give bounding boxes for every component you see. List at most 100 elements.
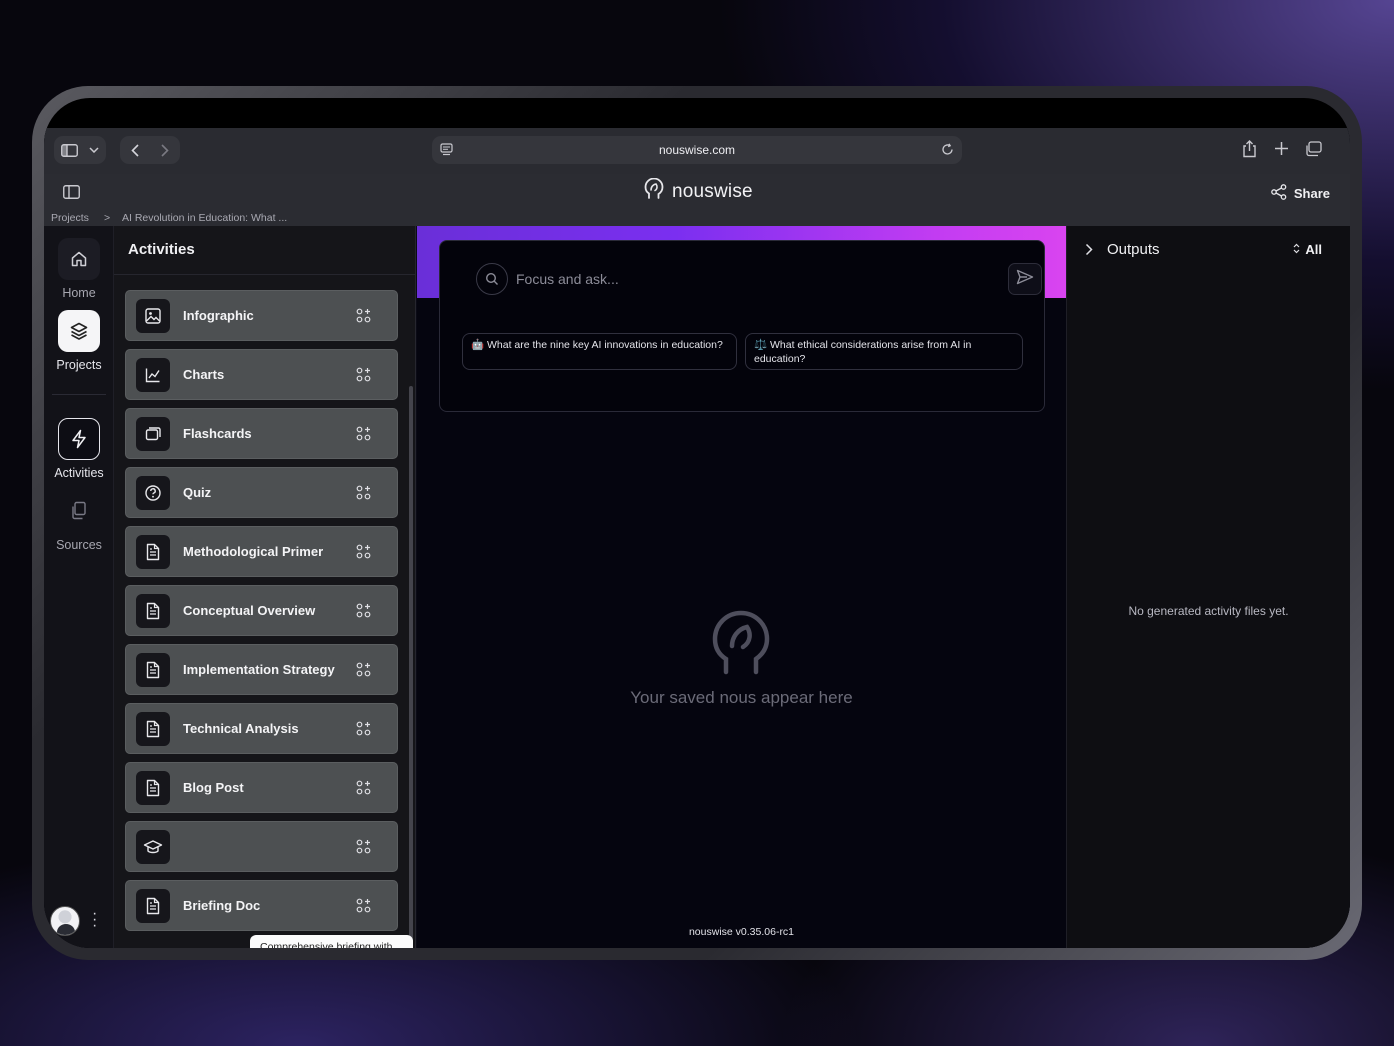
new-tab-icon[interactable] <box>1274 141 1289 161</box>
chart-icon <box>136 358 170 392</box>
nav-projects[interactable]: Projects <box>44 310 114 372</box>
outputs-panel: Outputs All No generated activity files … <box>1066 226 1350 948</box>
activities-panel: Activities Infographic Charts Flashcards… <box>114 226 416 948</box>
device-frame: nouswise.com nouswise Share Projects > A… <box>32 86 1362 960</box>
outputs-empty-text: No generated activity files yet. <box>1128 604 1289 618</box>
document-icon <box>136 712 170 746</box>
add-widget-icon[interactable] <box>356 898 371 918</box>
ask-placeholder: Focus and ask... <box>516 271 619 287</box>
version-label: nouswise v0.35.06-rc1 <box>688 926 795 938</box>
suggestion-text: What are the nine key AI innovations in … <box>487 339 723 351</box>
breadcrumb-current[interactable]: AI Revolution in Education: What ... <box>122 212 287 224</box>
home-icon <box>58 238 100 280</box>
brand-logo[interactable]: nouswise <box>644 177 753 205</box>
cards-icon <box>136 417 170 451</box>
breadcrumb: Projects > AI Revolution in Education: W… <box>44 210 1350 226</box>
nouswise-logo-icon <box>644 177 664 205</box>
add-widget-icon[interactable] <box>356 308 371 328</box>
document-icon <box>136 653 170 687</box>
layers-icon <box>58 310 100 352</box>
activity-flashcards[interactable]: Flashcards <box>125 408 398 459</box>
nav-activities[interactable]: Activities <box>44 418 114 480</box>
nous-head-icon <box>712 610 770 681</box>
activity-quiz[interactable]: Quiz <box>125 467 398 518</box>
nav-home[interactable]: Home <box>44 238 114 300</box>
sources-icon <box>58 490 100 532</box>
main-chat-area: Focus and ask... 🤖 What are the nine key… <box>417 226 1066 948</box>
image-icon <box>136 299 170 333</box>
add-widget-icon[interactable] <box>356 426 371 446</box>
chevron-down-icon[interactable] <box>84 147 104 153</box>
activity-study-guide[interactable] <box>125 821 398 872</box>
activity-charts[interactable]: Charts <box>125 349 398 400</box>
activity-label: Quiz <box>183 485 212 500</box>
activity-label: Flashcards <box>183 426 252 441</box>
sidebar-toggle-group[interactable] <box>54 136 106 164</box>
outputs-filter-label: All <box>1305 242 1322 257</box>
app-header: nouswise Share <box>44 174 1350 210</box>
send-button[interactable] <box>1008 263 1042 295</box>
breadcrumb-projects[interactable]: Projects <box>51 212 89 224</box>
tab-overview-icon[interactable] <box>1305 141 1322 162</box>
forward-icon[interactable] <box>150 143 180 157</box>
device-bezel: nouswise.com nouswise Share Projects > A… <box>44 98 1350 948</box>
back-icon[interactable] <box>120 143 150 157</box>
add-widget-icon[interactable] <box>356 485 371 505</box>
nav-sources[interactable]: Sources <box>44 490 114 552</box>
share-icon <box>1271 184 1287 203</box>
suggestion-chip[interactable]: 🤖 What are the nine key AI innovations i… <box>462 333 737 370</box>
add-widget-icon[interactable] <box>356 367 371 387</box>
activity-technical-analysis[interactable]: Technical Analysis <box>125 703 398 754</box>
empty-state-text: Your saved nous appear here <box>630 688 853 707</box>
more-options-icon[interactable]: · · · <box>92 906 97 934</box>
outputs-title: Outputs <box>1107 241 1160 258</box>
brand-name: nouswise <box>672 180 753 202</box>
add-widget-icon[interactable] <box>356 721 371 741</box>
nav-activities-label: Activities <box>54 466 104 480</box>
reload-icon[interactable] <box>941 143 954 161</box>
scales-emoji: ⚖️ <box>754 339 768 351</box>
nav-sources-label: Sources <box>56 538 102 552</box>
share-sheet-icon[interactable] <box>1242 140 1257 163</box>
outputs-filter[interactable]: All <box>1293 242 1322 257</box>
panel-toggle-icon[interactable] <box>63 185 80 204</box>
activities-scrollbar[interactable] <box>409 386 413 941</box>
ask-input[interactable]: Focus and ask... <box>476 263 1042 297</box>
avatar[interactable] <box>50 906 80 936</box>
browser-window: nouswise.com nouswise Share Projects > A… <box>44 128 1350 948</box>
activity-label: Charts <box>183 367 225 382</box>
suggestion-text: What ethical considerations arise from A… <box>754 339 972 365</box>
activity-label: Implementation Strategy <box>183 662 335 677</box>
activity-label: Infographic <box>183 308 254 323</box>
robot-emoji: 🤖 <box>471 339 485 351</box>
graduation-cap-icon <box>136 830 170 864</box>
history-nav-group <box>120 136 180 164</box>
activity-briefing-doc[interactable]: Briefing Doc <box>125 880 398 931</box>
add-widget-icon[interactable] <box>356 839 371 859</box>
activity-label: Blog Post <box>183 780 244 795</box>
browser-toolbar: nouswise.com <box>44 128 1350 174</box>
activity-implementation-strategy[interactable]: Implementation Strategy <box>125 644 398 695</box>
suggestion-chip[interactable]: ⚖️ What ethical considerations arise fro… <box>745 333 1023 370</box>
sort-icon <box>1293 242 1300 257</box>
send-icon <box>1016 269 1034 290</box>
address-bar[interactable]: nouswise.com <box>432 136 962 164</box>
activity-methodological-primer[interactable]: Methodological Primer <box>125 526 398 577</box>
add-widget-icon[interactable] <box>356 544 371 564</box>
url-text: nouswise.com <box>658 143 736 157</box>
activity-conceptual-overview[interactable]: Conceptual Overview <box>125 585 398 636</box>
add-widget-icon[interactable] <box>356 603 371 623</box>
document-icon <box>136 594 170 628</box>
nav-projects-label: Projects <box>56 358 102 372</box>
browser-sidebar-icon[interactable] <box>54 143 84 157</box>
share-button[interactable]: Share <box>1271 184 1330 203</box>
activity-infographic[interactable]: Infographic <box>125 290 398 341</box>
lightning-icon <box>58 418 100 460</box>
breadcrumb-separator: > <box>104 212 111 224</box>
chevron-right-icon[interactable] <box>1085 243 1093 261</box>
activity-label: Methodological Primer <box>183 544 324 559</box>
add-widget-icon[interactable] <box>356 780 371 800</box>
add-widget-icon[interactable] <box>356 662 371 682</box>
activity-tooltip: Comprehensive briefing with executive su… <box>250 935 413 948</box>
activity-blog-post[interactable]: Blog Post <box>125 762 398 813</box>
